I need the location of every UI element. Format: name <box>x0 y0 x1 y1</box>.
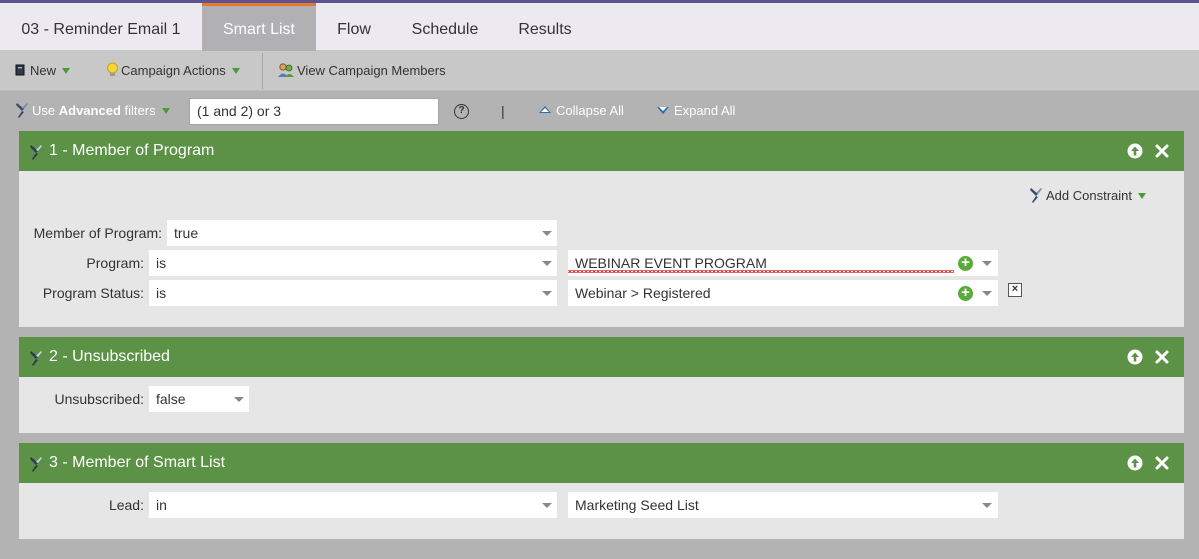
select-value: false <box>156 391 186 407</box>
advanced-filters-menu[interactable]: Use Advanced filters <box>15 91 170 131</box>
program-title: 03 - Reminder Email 1 <box>21 21 181 38</box>
unsubscribed-label: Unsubscribed: <box>54 391 145 407</box>
filter-logic-input[interactable]: (1 and 2) or 3 <box>189 98 439 125</box>
move-up-icon[interactable] <box>1127 349 1143 365</box>
add-constraint-label: Add Constraint <box>1046 188 1132 203</box>
dropdown-caret-icon <box>982 291 992 296</box>
filters-label: filters <box>124 103 156 118</box>
unsubscribed-select[interactable]: false <box>149 386 249 412</box>
wrench-icon <box>30 351 42 366</box>
dropdown-caret-icon <box>542 231 552 236</box>
dropdown-caret-icon <box>234 397 244 402</box>
select-value: Marketing Seed List <box>575 497 699 513</box>
dropdown-caret-icon <box>542 503 552 508</box>
dropdown-caret-icon <box>542 291 552 296</box>
collapse-all-label: Collapse All <box>556 103 624 118</box>
campaign-actions-button[interactable]: Campaign Actions <box>106 51 240 91</box>
move-up-icon[interactable] <box>1127 455 1143 471</box>
filter-panel-1: 1 - Member of Program Add Constraint Mem… <box>19 131 1184 327</box>
lead-label: Lead: <box>108 497 144 513</box>
filter-title: 2 - Unsubscribed <box>49 348 170 365</box>
caret-up-icon <box>539 106 551 113</box>
filter-header-3[interactable]: 3 - Member of Smart List <box>19 443 1184 483</box>
new-document-icon <box>15 64 25 76</box>
dropdown-caret-icon <box>982 261 992 266</box>
close-icon[interactable] <box>1154 455 1170 471</box>
program-status-operator-select[interactable]: is <box>149 280 557 306</box>
remove-constraint-icon[interactable]: × <box>1008 283 1022 297</box>
toolbar: New Campaign Actions View Campaign Membe… <box>0 51 1199 91</box>
filter-header-2[interactable]: 2 - Unsubscribed <box>19 337 1184 377</box>
caret-down-icon <box>657 107 669 114</box>
help-icon[interactable]: ? <box>454 104 469 119</box>
member-of-program-label: Member of Program: <box>33 225 162 241</box>
collapse-all-button[interactable]: Collapse All <box>539 91 624 131</box>
toolbar-divider <box>262 53 263 89</box>
close-icon[interactable] <box>1154 349 1170 365</box>
select-value: is <box>156 285 167 301</box>
spellcheck-underline <box>568 270 954 273</box>
select-value: in <box>156 497 167 513</box>
expand-all-label: Expand All <box>674 103 736 118</box>
lightbulb-icon <box>107 62 118 76</box>
program-operator-select[interactable]: is <box>149 250 557 276</box>
chevron-down-icon <box>231 68 240 74</box>
wrench-icon <box>30 457 42 472</box>
expand-all-button[interactable]: Expand All <box>657 91 735 131</box>
members-icon <box>278 63 294 77</box>
program-status-label: Program Status: <box>42 285 144 301</box>
wrench-icon <box>30 145 42 160</box>
add-value-icon[interactable]: + <box>958 285 973 301</box>
advanced-label: Advanced <box>58 103 121 118</box>
tab-smart-list[interactable]: Smart List <box>202 3 316 51</box>
filter-title: 3 - Member of Smart List <box>49 454 226 471</box>
chevron-down-icon <box>1138 193 1146 199</box>
lead-operator-select[interactable]: in <box>149 492 557 518</box>
smart-list-value-select[interactable]: Marketing Seed List <box>568 492 998 518</box>
add-constraint-button[interactable]: Add Constraint <box>1029 186 1146 206</box>
tab-flow[interactable]: Flow <box>316 3 392 51</box>
wrench-icon <box>16 103 28 118</box>
dropdown-caret-icon <box>542 261 552 266</box>
program-label: Program: <box>86 255 144 271</box>
view-members-label: View Campaign Members <box>297 63 446 78</box>
program-status-value-select[interactable]: Webinar > Registered + <box>568 280 998 306</box>
select-value: is <box>156 255 167 271</box>
tab-bar: 03 - Reminder Email 1 Smart List Flow Sc… <box>0 3 1199 51</box>
move-up-icon[interactable] <box>1127 143 1143 159</box>
select-value: WEBINAR EVENT PROGRAM <box>575 255 767 271</box>
filter-logic-bar: Use Advanced filters (1 and 2) or 3 ? | … <box>0 91 1199 131</box>
member-of-program-select[interactable]: true <box>167 220 557 246</box>
filter-header-1[interactable]: 1 - Member of Program <box>19 131 1184 171</box>
close-icon[interactable] <box>1154 143 1170 159</box>
add-value-icon[interactable]: + <box>958 255 973 271</box>
select-value: Webinar > Registered <box>575 285 711 301</box>
dropdown-caret-icon <box>982 503 992 508</box>
filter-title: 1 - Member of Program <box>49 142 215 159</box>
tab-schedule[interactable]: Schedule <box>392 3 498 51</box>
filter-panel-2: 2 - Unsubscribed Unsubscribed: false <box>19 337 1184 433</box>
program-value-select[interactable]: WEBINAR EVENT PROGRAM + <box>568 250 998 276</box>
tab-results[interactable]: Results <box>498 3 592 51</box>
wrench-icon <box>1030 188 1042 203</box>
campaign-actions-label: Campaign Actions <box>121 63 226 78</box>
use-label: Use <box>32 103 56 118</box>
select-value: true <box>174 225 199 241</box>
chevron-down-icon <box>62 68 71 74</box>
view-campaign-members-button[interactable]: View Campaign Members <box>277 51 446 91</box>
filter-panel-3: 3 - Member of Smart List Lead: in Market… <box>19 443 1184 539</box>
new-menu-button[interactable]: New <box>15 51 71 91</box>
divider-pipe: | <box>501 103 505 119</box>
chevron-down-icon <box>161 108 170 114</box>
new-label: New <box>30 63 57 78</box>
